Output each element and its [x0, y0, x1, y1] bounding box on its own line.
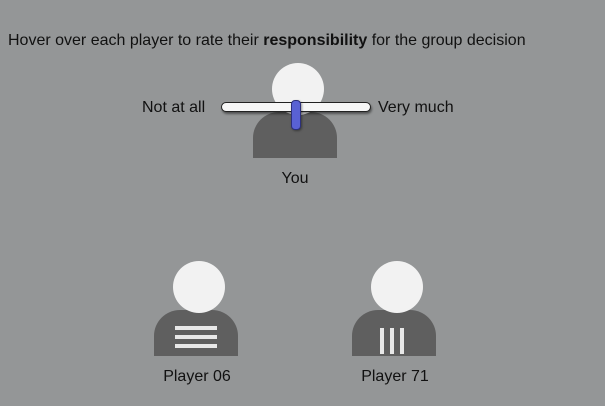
shirt-stripe — [390, 328, 394, 354]
player-avatar-71[interactable] — [352, 261, 442, 361]
responsibility-slider-row: Not at all Very much — [0, 96, 605, 130]
player-avatar-06[interactable] — [154, 261, 244, 361]
instruction-emphasis: responsibility — [263, 32, 368, 49]
slider-max-label: Very much — [378, 99, 454, 116]
shirt-stripe — [175, 326, 217, 330]
shirt-stripe — [380, 328, 384, 354]
shirt-stripe — [175, 335, 217, 339]
shirt-stripe — [175, 344, 217, 348]
avatar-body — [352, 310, 436, 356]
instruction-prefix: Hover over each player to rate their — [8, 32, 264, 49]
shirt-stripe — [400, 328, 404, 354]
slider-thumb[interactable] — [291, 100, 301, 130]
avatar-body — [154, 310, 238, 356]
player-label-you: You — [281, 170, 309, 187]
player-label-71: Player 71 — [361, 368, 429, 385]
instruction-text: Hover over each player to rate their res… — [8, 31, 526, 51]
responsibility-slider[interactable] — [221, 100, 371, 130]
slider-min-label: Not at all — [142, 99, 206, 116]
avatar-head — [173, 261, 225, 313]
player-label-06: Player 06 — [163, 368, 231, 385]
instruction-suffix: for the group decision — [367, 32, 526, 49]
avatar-head — [371, 261, 423, 313]
